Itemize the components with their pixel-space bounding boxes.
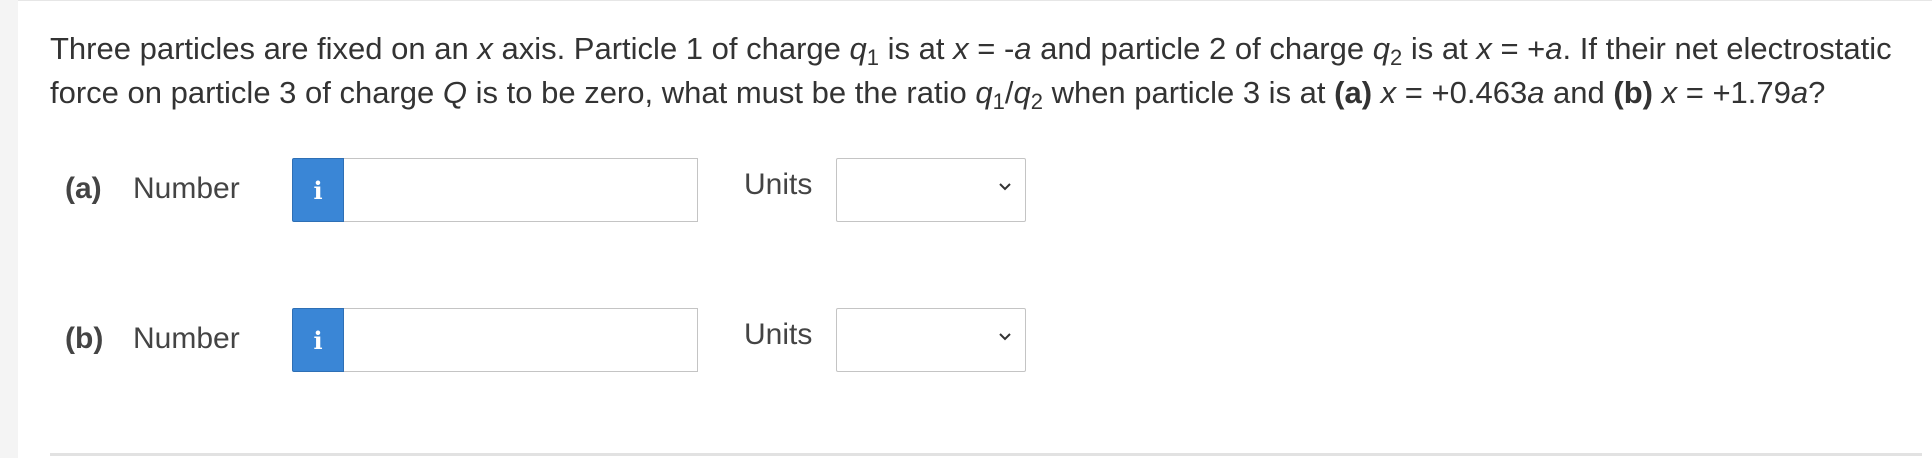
info-glyph: i: [313, 175, 323, 205]
number-label: Number: [133, 172, 240, 205]
info-glyph: i: [313, 325, 323, 355]
part-label: (a): [65, 172, 102, 205]
part-label: (b): [65, 322, 104, 355]
number-label: Number: [133, 322, 240, 355]
units-label: Units: [744, 168, 813, 201]
chevron-down-icon: [999, 333, 1011, 341]
chevron-down-icon: [999, 183, 1011, 191]
number-input-b[interactable]: [344, 308, 698, 372]
units-select-b[interactable]: [836, 308, 1026, 372]
question-text: Three particles are fixed on an x axis. …: [50, 31, 1892, 114]
question-card: Three particles are fixed on an x axis. …: [18, 0, 1932, 458]
answer-row-b: (b) Number i Units: [18, 306, 1026, 376]
info-icon[interactable]: i: [292, 158, 344, 222]
units-label: Units: [744, 318, 813, 351]
units-select-a[interactable]: [836, 158, 1026, 222]
info-icon[interactable]: i: [292, 308, 344, 372]
divider: [50, 453, 1922, 456]
answer-row-a: (a) Number i Units: [18, 156, 1026, 226]
number-input-a[interactable]: [344, 158, 698, 222]
